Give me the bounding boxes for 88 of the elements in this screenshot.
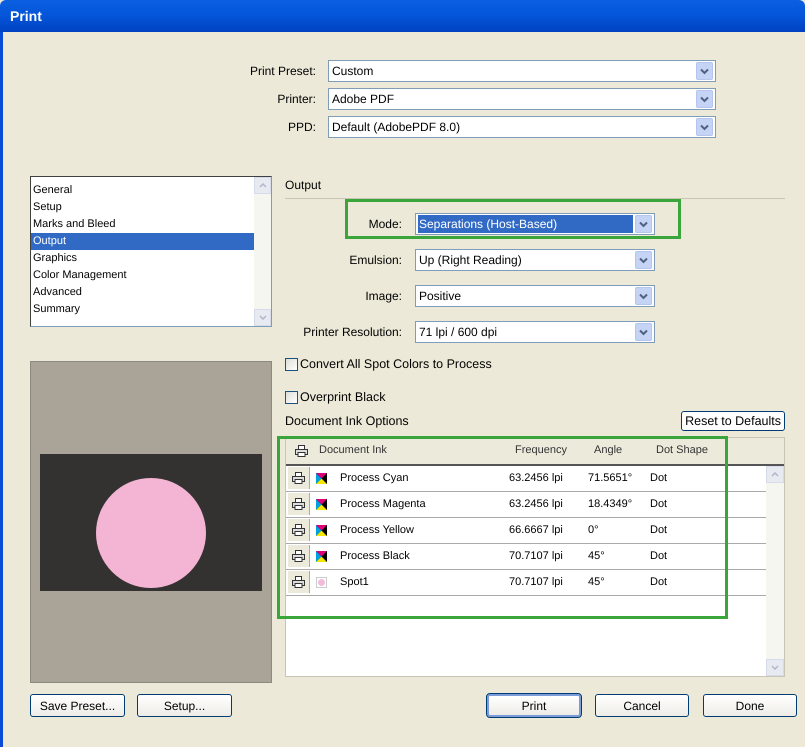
dropdown-value: Default (AdobePDF 8.0) [331, 119, 462, 136]
printer-icon [294, 444, 308, 456]
frequency-cell-text: 70.7107 lpi [509, 574, 564, 590]
dropdown[interactable]: 71 lpi / 600 dpi [415, 321, 655, 343]
process-ink-icon [316, 498, 327, 510]
frequency-cell-text: 63.2456 lpi [509, 496, 564, 512]
dot-shape-cell-text: Dot [650, 574, 668, 590]
process-ink-icon [316, 550, 327, 562]
checkbox[interactable] [285, 390, 298, 404]
category-item[interactable]: Output [31, 233, 254, 250]
print-toggle[interactable] [288, 519, 310, 541]
printer-icon [292, 524, 305, 536]
column-header[interactable]: Dot Shape [656, 442, 726, 459]
column-header[interactable]: Frequency [515, 442, 594, 459]
frequency-cell-text: 63.2456 lpi [509, 470, 564, 486]
dropdown-value: 71 lpi / 600 dpi [418, 324, 498, 341]
printer-icon [292, 550, 305, 562]
angle-cell-text: 45° [588, 574, 606, 590]
dialog-button[interactable]: Print [487, 694, 581, 717]
frequency-cell-text: 66.6667 lpi [509, 522, 564, 538]
category-item[interactable]: Graphics [31, 250, 254, 267]
field-label: PPD: [286, 119, 317, 136]
ink-row[interactable]: Spot1 70.7107 lpi 45° Dot [286, 570, 766, 596]
checkbox[interactable] [285, 358, 298, 371]
frequency-cell-text: 70.7107 lpi [509, 548, 564, 564]
dropdown[interactable]: Default (AdobePDF 8.0) [328, 116, 716, 138]
field-label: Printer: [276, 91, 317, 108]
printer-icon [292, 576, 305, 588]
dropdown-value: Positive [418, 288, 462, 305]
dialog-button[interactable]: Cancel [595, 694, 689, 717]
ink-name: Spot1 [340, 574, 370, 590]
column-header[interactable]: Angle [594, 442, 656, 459]
scrollbar[interactable] [766, 466, 784, 676]
dot-shape-cell-text: Dot [650, 496, 668, 512]
field-label: Printer Resolution: [302, 324, 402, 341]
category-item[interactable]: Marks and Bleed [31, 216, 254, 233]
dialog-button[interactable]: Save Preset... [30, 694, 125, 717]
printer-icon [292, 472, 305, 484]
column-header[interactable]: Document Ink [316, 442, 515, 459]
dot-shape-cell-text: Dot [650, 522, 668, 538]
ink-row[interactable]: Process Magenta 63.2456 lpi 18.4349° Dot [286, 492, 766, 518]
ink-row[interactable]: Process Black 70.7107 lpi 45° Dot [286, 544, 766, 570]
ink-name: Process Black [340, 548, 411, 564]
section-title: Output [285, 177, 322, 194]
dropdown[interactable]: Custom [328, 60, 716, 82]
ink-row[interactable]: Process Cyan 63.2456 lpi 71.5651° Dot [286, 466, 766, 492]
dropdown[interactable]: Adobe PDF [328, 88, 716, 110]
dropdown-value: Separations (Host-Based) [418, 215, 633, 233]
ink-name: Process Yellow [340, 522, 415, 538]
dropdown[interactable]: Separations (Host-Based) [415, 213, 655, 235]
print-toggle[interactable] [288, 467, 310, 489]
print-toggle[interactable] [288, 493, 310, 515]
dot-shape-cell-text: Dot [650, 470, 668, 486]
field-label: Emulsion: [348, 252, 402, 269]
category-item[interactable]: Setup [31, 199, 254, 216]
ink-name: Process Magenta [340, 496, 427, 512]
dropdown-value: Custom [331, 63, 374, 80]
checkbox-label: Overprint Black [300, 388, 386, 406]
group-title: Document Ink Options [285, 412, 409, 430]
checkbox-label: Convert All Spot Colors to Process [300, 356, 492, 373]
process-ink-icon [316, 472, 327, 484]
ink-row[interactable]: Process Yellow 66.6667 lpi 0° Dot [286, 518, 766, 544]
print-toggle[interactable] [288, 571, 310, 593]
scroll-up-icon[interactable] [766, 466, 784, 482]
category-item[interactable]: Summary [31, 301, 254, 318]
process-ink-icon [316, 524, 327, 536]
field-label: Image: [364, 288, 402, 305]
dot-shape-cell-text: Dot [650, 548, 668, 564]
field-label: Mode: [368, 216, 402, 233]
angle-cell-text: 18.4349° [588, 496, 634, 512]
angle-cell-text: 45° [588, 548, 606, 564]
angle-cell-text: 71.5651° [588, 470, 634, 486]
dropdown-value: Adobe PDF [331, 91, 396, 108]
reset-button[interactable]: Reset to Defaults [681, 410, 785, 430]
category-item[interactable]: Advanced [31, 284, 254, 301]
dropdown[interactable]: Up (Right Reading) [415, 249, 655, 271]
field-label: Print Preset: [248, 63, 317, 80]
angle-cell-text: 0° [588, 522, 600, 538]
ink-name: Process Cyan [340, 470, 410, 486]
dialog-button[interactable]: Done [703, 694, 797, 717]
category-item[interactable]: General [31, 182, 254, 199]
dropdown-value: Up (Right Reading) [418, 252, 523, 269]
print-toggle[interactable] [288, 545, 310, 567]
dropdown[interactable]: Positive [415, 285, 655, 307]
category-item[interactable]: Color Management [31, 267, 254, 284]
printer-icon [292, 498, 305, 510]
window-title: Print [10, 6, 42, 26]
dialog-button[interactable]: Setup... [137, 694, 232, 717]
